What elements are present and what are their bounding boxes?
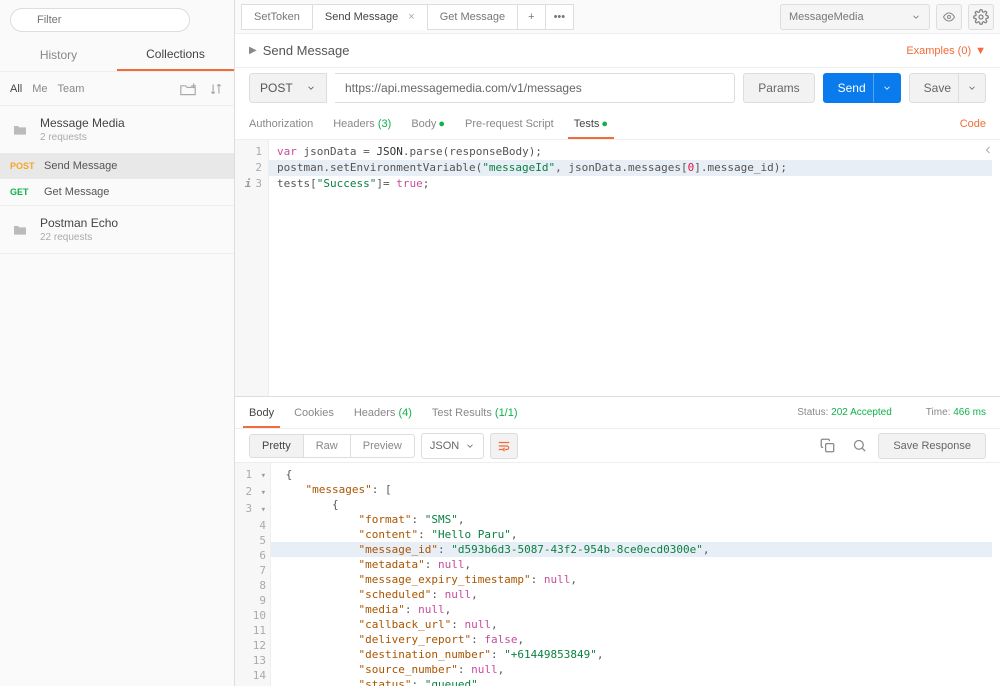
subtab-body[interactable]: Body● [411, 110, 445, 138]
view-raw[interactable]: Raw [303, 435, 350, 457]
subtab-authorization[interactable]: Authorization [249, 110, 313, 138]
collapse-snippets-icon[interactable] [982, 144, 994, 156]
subtab-headers[interactable]: Headers (3) [333, 110, 391, 138]
environment-quicklook-button[interactable] [936, 4, 962, 30]
resp-tab-headers[interactable]: Headers (4) [354, 399, 412, 427]
caret-down-icon: ▼ [975, 45, 986, 57]
collection-item-label: Send Message [44, 160, 117, 172]
send-button[interactable]: Send [823, 73, 881, 103]
collapse-icon[interactable]: ▶ [249, 45, 257, 56]
collection-item-send-message[interactable]: POST Send Message [0, 153, 234, 179]
request-title: Send Message [263, 43, 350, 58]
request-tab[interactable]: Send Message × [312, 4, 428, 30]
chevron-down-icon [911, 12, 921, 22]
search-response-button[interactable] [846, 433, 872, 459]
response-status: Status: 202 Accepted [797, 407, 892, 418]
subtab-prerequest[interactable]: Pre-request Script [465, 110, 554, 138]
environment-label: MessageMedia [789, 11, 864, 23]
collection-item-get-message[interactable]: GET Get Message [0, 179, 234, 205]
params-button[interactable]: Params [743, 73, 814, 103]
request-tab-label: Get Message [440, 11, 505, 23]
response-time: Time: 466 ms [926, 407, 986, 418]
url-input[interactable] [335, 73, 735, 103]
close-icon[interactable]: × [408, 11, 414, 23]
environment-select[interactable]: MessageMedia [780, 4, 930, 30]
view-pretty[interactable]: Pretty [250, 435, 303, 457]
collection-item-label: Get Message [44, 186, 109, 198]
line-gutter: 1 ▾2 ▾3 ▾456789101112131415161718 [235, 463, 271, 686]
subtab-tests[interactable]: Tests● [574, 110, 608, 138]
response-code[interactable]: { "messages": [ { "format": "SMS", "cont… [271, 463, 1000, 686]
code-area[interactable]: var jsonData = JSON.parse(responseBody);… [269, 140, 1000, 396]
topbar: SetToken Send Message × Get Message + ••… [235, 0, 1000, 34]
resp-tab-tests[interactable]: Test Results (1/1) [432, 399, 518, 427]
view-mode-segment: Pretty Raw Preview [249, 434, 415, 458]
save-dropdown[interactable] [958, 73, 986, 103]
sidebar: History Collections All Me Team [0, 0, 235, 686]
line-gutter: 123 [235, 140, 269, 396]
folder-icon [12, 123, 30, 137]
resp-tab-body[interactable]: Body [249, 399, 274, 427]
method-badge: GET [10, 187, 36, 197]
tab-history[interactable]: History [0, 38, 117, 71]
resp-tab-cookies[interactable]: Cookies [294, 399, 334, 427]
save-response-button[interactable]: Save Response [878, 433, 986, 459]
collection-name: Message Media [40, 116, 125, 130]
collection-name: Postman Echo [40, 216, 118, 230]
sort-icon[interactable] [208, 82, 224, 96]
collection-sub: 22 requests [40, 232, 118, 243]
scope-all[interactable]: All [10, 83, 22, 95]
collection-header[interactable]: Message Media 2 requests [0, 106, 234, 153]
script-editor[interactable]: 123 var jsonData = JSON.parse(responseBo… [235, 140, 1000, 396]
folder-icon [12, 223, 30, 237]
method-select[interactable]: POST [249, 73, 327, 103]
code-link[interactable]: Code [960, 118, 986, 130]
format-select[interactable]: JSON [421, 433, 484, 459]
copy-response-button[interactable] [814, 433, 840, 459]
collections-list: Message Media 2 requests POST Send Messa… [0, 106, 234, 686]
tab-collections[interactable]: Collections [117, 38, 234, 71]
request-tab-label: Send Message [325, 11, 398, 23]
collection-header[interactable]: Postman Echo 22 requests [0, 206, 234, 253]
new-collection-icon[interactable] [178, 81, 198, 97]
settings-button[interactable] [968, 4, 994, 30]
method-badge: POST [10, 161, 36, 171]
method-label: POST [260, 81, 293, 95]
view-preview[interactable]: Preview [350, 435, 414, 457]
response-body[interactable]: 1 ▾2 ▾3 ▾456789101112131415161718 { "mes… [235, 463, 1000, 686]
chevron-down-icon [306, 83, 316, 93]
request-tab-label: SetToken [254, 11, 300, 23]
filter-input[interactable] [10, 8, 190, 32]
request-tab[interactable]: Get Message [427, 4, 518, 30]
collection-sub: 2 requests [40, 132, 125, 143]
request-tab[interactable]: SetToken [241, 4, 313, 30]
wrap-lines-button[interactable] [490, 433, 518, 459]
scope-me[interactable]: Me [32, 83, 47, 95]
examples-link[interactable]: Examples (0) [906, 45, 971, 57]
tab-options-button[interactable]: ••• [545, 4, 575, 30]
send-dropdown[interactable] [873, 73, 901, 103]
scope-team[interactable]: Team [58, 83, 85, 95]
format-label: JSON [430, 440, 459, 452]
add-tab-button[interactable]: + [517, 4, 545, 30]
